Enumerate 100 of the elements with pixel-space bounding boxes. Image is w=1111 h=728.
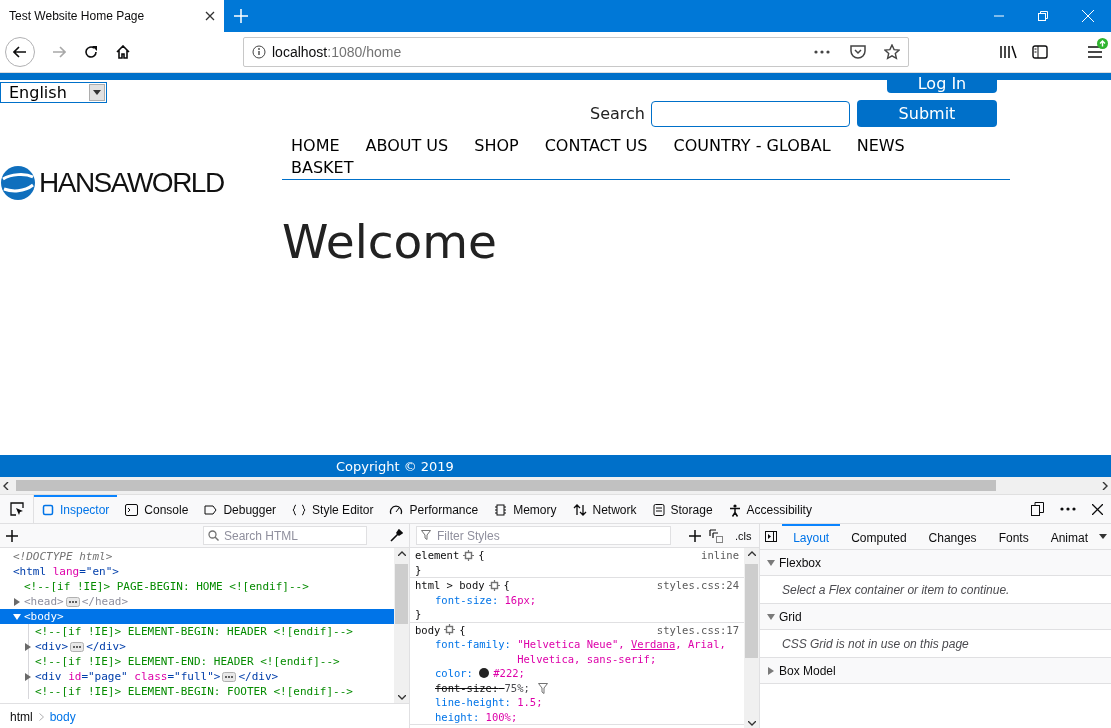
highlighter-icon[interactable] xyxy=(463,549,475,561)
library-icon[interactable] xyxy=(1000,45,1018,59)
sidebar-icon[interactable] xyxy=(1032,45,1048,59)
sidebar-toggle-icon[interactable] xyxy=(765,531,778,542)
star-icon[interactable] xyxy=(884,44,900,60)
storage-icon xyxy=(652,504,665,516)
nav-link[interactable]: SHOP xyxy=(474,135,519,157)
breadcrumb[interactable]: html xyxy=(10,709,33,724)
nav-link[interactable]: BASKET xyxy=(291,157,354,179)
collapsed-triangle-icon[interactable] xyxy=(13,597,21,606)
ellipsis-icon[interactable] xyxy=(65,596,80,607)
sidebar-tab[interactable]: Computed xyxy=(840,524,918,549)
more-icon[interactable] xyxy=(814,50,830,54)
add-rule-icon[interactable] xyxy=(689,529,701,542)
source-link[interactable]: inline xyxy=(701,548,739,563)
breadcrumb-chevron-icon xyxy=(38,712,44,721)
sidebar-tab[interactable]: Changes xyxy=(917,524,988,549)
markup-line[interactable]: <div> </div> xyxy=(0,639,394,654)
source-link[interactable]: styles.css:24 xyxy=(656,578,739,593)
devtools-tab[interactable]: Network xyxy=(564,495,645,523)
horizontal-scrollbar[interactable] xyxy=(0,477,1111,495)
breadcrumb[interactable]: body xyxy=(49,709,76,724)
vertical-scrollbar[interactable] xyxy=(394,548,409,703)
sidebar-tab[interactable]: Fonts xyxy=(987,524,1040,549)
devtools-tab[interactable]: Storage xyxy=(644,495,721,523)
css-value: 1.5; xyxy=(517,695,543,710)
update-badge-icon xyxy=(1097,38,1108,49)
more-icon[interactable] xyxy=(1060,507,1076,511)
search-html-field[interactable]: Search HTML xyxy=(203,526,367,545)
markup-line[interactable]: <!--[if !IE]> ELEMENT-END: HEADER <![endif]--> xyxy=(0,654,394,669)
login-button[interactable]: Log In xyxy=(887,74,997,93)
home-icon[interactable] xyxy=(116,45,130,59)
devtools-tab[interactable]: Debugger xyxy=(196,495,285,523)
close-icon[interactable] xyxy=(205,11,215,21)
highlighter-icon[interactable] xyxy=(488,579,500,591)
dropdown-arrow-icon[interactable] xyxy=(1099,534,1107,539)
css-property: line-height: xyxy=(435,695,512,710)
search-field[interactable] xyxy=(651,100,850,127)
collapsed-triangle-icon[interactable] xyxy=(24,642,32,651)
section-header[interactable]: Flexbox xyxy=(760,550,1111,576)
section-header[interactable]: Grid xyxy=(760,604,1111,630)
new-tab-icon[interactable] xyxy=(234,9,248,23)
devtools-tab[interactable]: Performance xyxy=(381,495,487,523)
markup-line[interactable]: <!--[if !IE]> PAGE-BEGIN: HOME <![endif]--> xyxy=(0,579,394,594)
nav-link[interactable]: CONTACT US xyxy=(544,135,648,157)
devtools-tab[interactable]: Style Editor xyxy=(284,495,382,523)
debugger-icon xyxy=(204,504,218,516)
print-simulation-icon[interactable] xyxy=(709,528,723,543)
nav-link[interactable]: COUNTRY - GLOBAL xyxy=(673,135,831,157)
browser-tab[interactable]: Test Website Home Page xyxy=(0,0,224,32)
sidebar-tab[interactable]: Animat xyxy=(1039,524,1099,549)
opening-brace: { xyxy=(459,622,466,637)
devtools-tab[interactable]: Memory xyxy=(486,495,565,523)
ellipsis-icon[interactable] xyxy=(70,641,85,652)
close-icon[interactable] xyxy=(1092,503,1103,515)
submit-button[interactable]: Submit xyxy=(857,100,997,127)
source-link[interactable]: styles.css:17 xyxy=(656,622,739,637)
section-header[interactable]: Box Model xyxy=(760,658,1111,684)
vertical-scrollbar[interactable] xyxy=(744,548,759,728)
element-picker-icon[interactable] xyxy=(9,502,24,516)
devtools-tab[interactable]: Console xyxy=(117,495,197,523)
arrows-icon xyxy=(572,504,587,516)
css-selector: body xyxy=(415,622,441,637)
scroll-down-icon[interactable] xyxy=(397,695,406,700)
scroll-up-icon[interactable] xyxy=(397,551,406,556)
expanded-triangle-icon[interactable] xyxy=(13,612,21,621)
scroll-up-icon[interactable] xyxy=(747,551,756,556)
restore-icon[interactable] xyxy=(1038,11,1048,21)
nav-link[interactable]: NEWS xyxy=(856,135,905,157)
page-heading: Welcome xyxy=(282,214,498,270)
scroll-left-icon[interactable] xyxy=(3,481,9,490)
ellipsis-icon[interactable] xyxy=(222,671,237,682)
css-value: 100%; xyxy=(485,709,518,724)
cls-toggle[interactable]: .cls xyxy=(735,529,752,542)
scroll-down-icon[interactable] xyxy=(747,721,756,726)
dock-icon[interactable] xyxy=(1031,502,1044,516)
markup-line[interactable]: <html lang="en"> xyxy=(0,564,394,579)
closing-brace: } xyxy=(415,608,422,620)
collapsed-triangle-icon[interactable] xyxy=(24,672,32,681)
markup-line[interactable]: <div id="page" class="full"> </div> xyxy=(0,669,394,684)
add-icon[interactable] xyxy=(6,529,18,542)
markup-line[interactable]: <!--[if !IE]> ELEMENT-BEGIN: FOOTER <![endif]--> xyxy=(0,684,394,699)
nav-link[interactable]: ABOUT US xyxy=(365,135,449,157)
back-button[interactable] xyxy=(5,37,35,67)
markup-line[interactable]: <!--[if !IE]> ELEMENT-BEGIN: HEADER <![endif]--> xyxy=(0,624,394,639)
menu-icon[interactable] xyxy=(1088,46,1102,58)
filter-styles-field[interactable]: Filter Styles xyxy=(416,526,671,545)
devtools-tab[interactable]: Accessibility xyxy=(720,495,820,523)
reload-icon[interactable] xyxy=(84,45,98,59)
empty-state-message: Select a Flex container or item to continue. xyxy=(782,582,1010,597)
address-bar[interactable]: localhost:1080/home xyxy=(243,37,909,67)
language-select[interactable]: English xyxy=(0,82,107,103)
nav-link[interactable]: HOME xyxy=(291,135,340,157)
filter-icon[interactable] xyxy=(537,682,548,694)
color-swatch[interactable] xyxy=(479,668,490,678)
highlighter-icon[interactable] xyxy=(444,624,456,636)
eyedropper-icon[interactable] xyxy=(389,528,403,543)
scroll-right-icon[interactable] xyxy=(1102,481,1108,490)
markup-line[interactable]: <!DOCTYPE html> xyxy=(0,549,394,564)
pocket-icon[interactable] xyxy=(850,45,866,59)
